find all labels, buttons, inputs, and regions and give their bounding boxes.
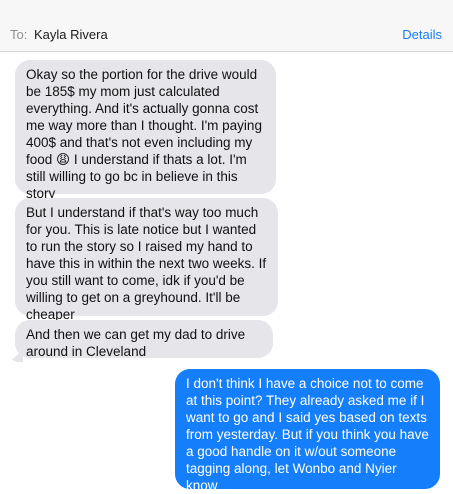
to-label: To:: [10, 27, 28, 42]
message-bubble-outgoing[interactable]: I don't think I have a choice not to com…: [175, 369, 440, 493]
message-bubble-incoming[interactable]: And then we can get my dad to drive arou…: [15, 320, 273, 359]
message-bubble-incoming[interactable]: Okay so the portion for the drive would …: [15, 60, 276, 201]
conversation-header: To: Kayla Rivera Details: [0, 0, 453, 52]
details-button[interactable]: Details: [402, 27, 442, 42]
message-bubble-incoming[interactable]: But I understand if that's way too much …: [15, 198, 278, 322]
recipient-name[interactable]: Kayla Rivera: [34, 27, 108, 42]
